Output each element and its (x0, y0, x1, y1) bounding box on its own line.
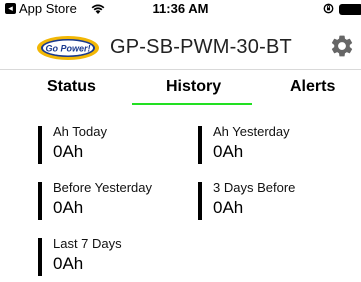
gear-icon[interactable] (329, 33, 355, 59)
stat-bar (38, 126, 42, 164)
history-before-yesterday: Before Yesterday 0Ah (38, 180, 188, 220)
stat-bar (38, 238, 42, 276)
rotation-lock-icon (323, 3, 334, 14)
history-3-days-before: 3 Days Before 0Ah (198, 180, 348, 220)
stat-label: 3 Days Before (213, 180, 296, 195)
stat-label: Ah Today (53, 124, 107, 139)
tab-status[interactable]: Status (47, 78, 96, 96)
status-bar: ◂ App Store 11:36 AM (0, 0, 361, 20)
stat-value: 0Ah (53, 198, 84, 217)
stat-bar (198, 126, 202, 164)
history-ah-yesterday: Ah Yesterday 0Ah (198, 124, 348, 164)
stat-bar (198, 182, 202, 220)
tab-history[interactable]: History (166, 78, 221, 96)
stat-label: Before Yesterday (53, 180, 153, 195)
tab-bar: Status History Alerts (0, 70, 361, 108)
device-title: GP-SB-PWM-30-BT (110, 36, 292, 58)
active-tab-indicator (132, 103, 252, 105)
stat-value: 0Ah (213, 142, 244, 161)
stat-label: Ah Yesterday (213, 124, 290, 139)
stat-value: 0Ah (53, 142, 84, 161)
svg-text:Go Power!: Go Power! (45, 44, 90, 54)
battery-icon (339, 4, 361, 15)
tab-alerts[interactable]: Alerts (290, 78, 335, 96)
stat-value: 0Ah (213, 198, 244, 217)
go-power-logo: Go Power! (37, 36, 99, 60)
stat-value: 0Ah (53, 254, 84, 273)
status-time: 11:36 AM (152, 1, 209, 16)
history-ah-today: Ah Today 0Ah (38, 124, 188, 164)
app-header: Go Power! GP-SB-PWM-30-BT (0, 20, 361, 70)
stat-bar (38, 182, 42, 220)
history-last-7-days: Last 7 Days 0Ah (38, 236, 188, 276)
stat-label: Last 7 Days (53, 236, 122, 251)
